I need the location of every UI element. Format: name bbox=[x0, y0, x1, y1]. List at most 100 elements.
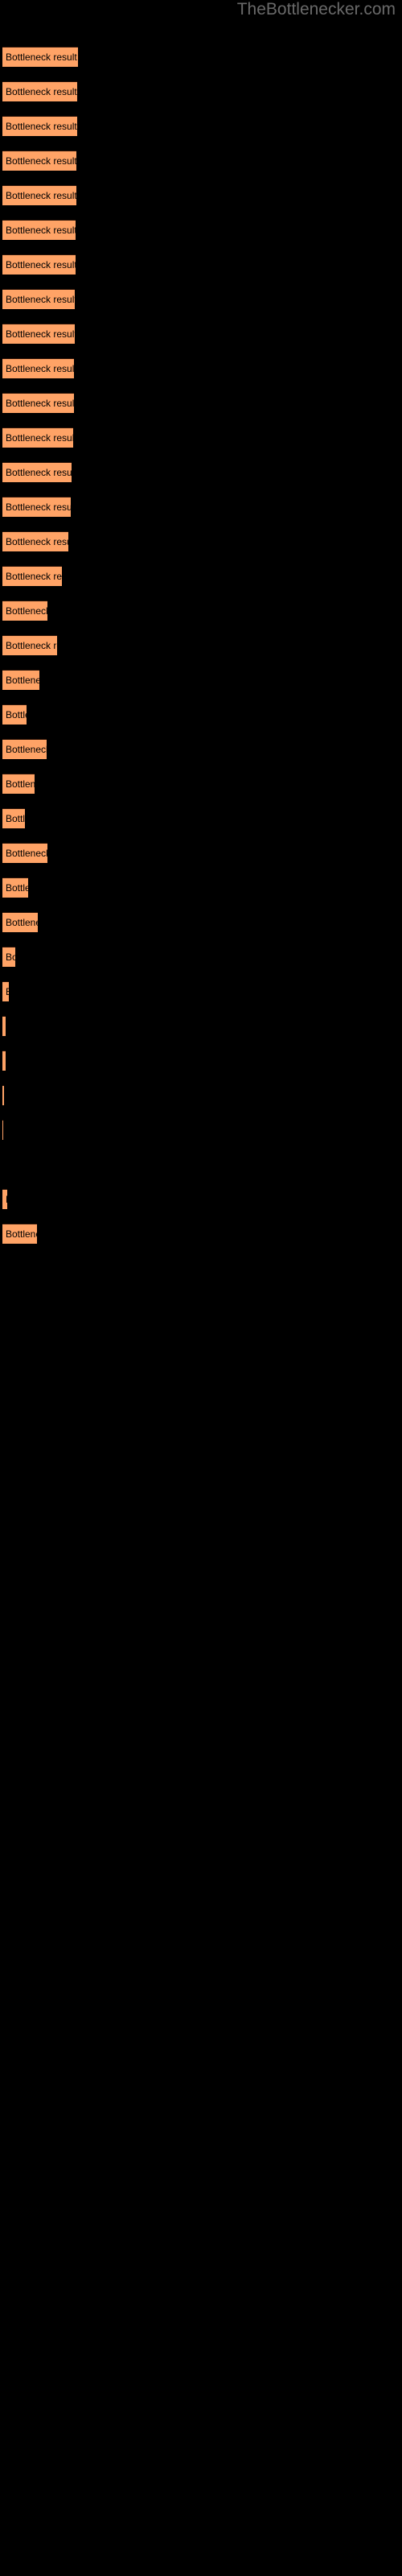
bar-label: Bottleneck result bbox=[6, 398, 74, 409]
bar-25[interactable]: Bottleneck result bbox=[2, 877, 28, 898]
bar-label: Bottleneck result bbox=[6, 121, 77, 132]
table-row[interactable]: Bottleneck result bbox=[2, 497, 71, 517]
bar-20[interactable]: Bottleneck result bbox=[2, 704, 27, 724]
bar-21[interactable]: Bottleneck result bbox=[2, 739, 47, 759]
table-row[interactable]: Bottleneck result bbox=[2, 1189, 7, 1209]
bar-17[interactable]: Bottleneck result bbox=[2, 601, 47, 621]
bar-label: Bottleneck result bbox=[6, 640, 57, 651]
table-row[interactable]: Bottleneck result bbox=[2, 774, 35, 794]
table-row[interactable]: Bottleneck result bbox=[2, 427, 73, 448]
bar-label: Bottleneck result bbox=[6, 294, 75, 305]
table-row[interactable]: Bottleneck result bbox=[2, 1016, 6, 1036]
bar-14[interactable]: Bottleneck result bbox=[2, 497, 71, 517]
bar-1[interactable]: Bottleneck result bbox=[2, 47, 78, 67]
bar-3[interactable]: Bottleneck result bbox=[2, 116, 77, 136]
table-row[interactable]: Bottleneck result bbox=[2, 635, 57, 655]
table-row[interactable]: Bottleneck result bbox=[2, 566, 62, 586]
bar-5[interactable]: Bottleneck result bbox=[2, 185, 76, 205]
bar-label: Bottleneck result bbox=[6, 467, 72, 478]
table-row[interactable]: Bottleneck result bbox=[2, 81, 77, 101]
table-row[interactable]: Bottleneck result bbox=[2, 220, 76, 240]
bar-label: Bottleneck result bbox=[6, 982, 9, 1001]
bar-26[interactable]: Bottleneck result bbox=[2, 912, 38, 932]
bar-22[interactable]: Bottleneck result bbox=[2, 774, 35, 794]
table-row[interactable]: Bottleneck result bbox=[2, 185, 76, 205]
bar-label: Bottleneck result bbox=[6, 917, 38, 928]
bar-label: Bottleneck result bbox=[6, 190, 76, 201]
table-row[interactable]: Bottleneck result bbox=[2, 670, 39, 690]
bar-34[interactable]: Bottleneck result bbox=[2, 1189, 7, 1209]
table-row[interactable]: Bottleneck result bbox=[2, 254, 76, 275]
table-row[interactable]: Bottleneck result bbox=[2, 843, 47, 863]
bar-23[interactable]: Bottleneck result bbox=[2, 808, 25, 828]
bar-label: Bottleneck result bbox=[6, 328, 75, 340]
bar-label: Bottleneck result bbox=[6, 155, 76, 167]
table-row[interactable]: Bottleneck result bbox=[2, 1051, 6, 1071]
table-row[interactable]: Bottleneck result bbox=[2, 912, 38, 932]
table-row[interactable]: Bottleneck result bbox=[2, 981, 9, 1001]
bar-label: Bottleneck result bbox=[6, 259, 76, 270]
table-row[interactable]: Bottleneck result bbox=[2, 47, 78, 67]
table-row[interactable]: Bottleneck result bbox=[2, 462, 72, 482]
bar-11[interactable]: Bottleneck result bbox=[2, 393, 74, 413]
bar-9[interactable]: Bottleneck result bbox=[2, 324, 75, 344]
table-row[interactable]: Bottleneck result bbox=[2, 324, 75, 344]
table-row[interactable]: Bottleneck result bbox=[2, 1224, 37, 1244]
table-row[interactable]: Bottleneck result bbox=[2, 739, 47, 759]
bottleneck-bar-chart: TheBottlenecker.com Bottleneck result Bot… bbox=[0, 0, 402, 2576]
table-row[interactable]: Bottleneck result bbox=[2, 704, 27, 724]
bar-label: Bottleneck result bbox=[6, 605, 47, 617]
bar-16[interactable]: Bottleneck result bbox=[2, 566, 62, 586]
bar-27[interactable]: Bottleneck result bbox=[2, 947, 15, 967]
bar-label: Bottleneck result bbox=[6, 848, 47, 859]
table-row[interactable]: Bottleneck result bbox=[2, 877, 28, 898]
bar-label: Bottleneck result bbox=[6, 52, 77, 63]
bar-label: Bottleneck result bbox=[6, 363, 74, 374]
bar-10[interactable]: Bottleneck result bbox=[2, 358, 74, 378]
bar-24[interactable]: Bottleneck result bbox=[2, 843, 47, 863]
bar-label: Bottleneck result bbox=[6, 744, 47, 755]
bar-35[interactable]: Bottleneck result bbox=[2, 1224, 37, 1244]
bar-label: Bottleneck result bbox=[6, 778, 35, 790]
bar-18[interactable]: Bottleneck result bbox=[2, 635, 57, 655]
bar-15[interactable]: Bottleneck result bbox=[2, 531, 68, 551]
bar-label: Bottleneck result bbox=[6, 675, 39, 686]
table-row[interactable]: Bottleneck result bbox=[2, 808, 25, 828]
bar-label: Bottleneck result bbox=[6, 952, 15, 963]
bar-6[interactable]: Bottleneck result bbox=[2, 220, 76, 240]
table-row[interactable]: Bottleneck result bbox=[2, 601, 47, 621]
table-row[interactable]: Bottleneck result bbox=[2, 393, 74, 413]
bar-label: Bottleneck result bbox=[6, 225, 76, 236]
bar-label: Bottleneck result bbox=[6, 86, 77, 97]
table-row[interactable]: Bottleneck result bbox=[2, 1120, 3, 1140]
bar-32[interactable]: Bottleneck result bbox=[2, 1120, 3, 1140]
bar-label: Bottleneck result bbox=[6, 571, 62, 582]
table-row[interactable]: Bottleneck result bbox=[2, 947, 15, 967]
table-row[interactable]: Bottleneck result bbox=[2, 116, 77, 136]
table-row[interactable]: Bottleneck result bbox=[2, 1085, 4, 1105]
bar-12[interactable]: Bottleneck result bbox=[2, 427, 73, 448]
bar-label: Bottleneck result bbox=[6, 502, 71, 513]
bar-label: Bottleneck result bbox=[6, 709, 27, 720]
table-row[interactable]: Bottleneck result bbox=[2, 531, 68, 551]
table-row[interactable]: Bottleneck result bbox=[2, 151, 76, 171]
bar-label: Bottleneck result bbox=[6, 1190, 7, 1209]
bar-19[interactable]: Bottleneck result bbox=[2, 670, 39, 690]
bar-7[interactable]: Bottleneck result bbox=[2, 254, 76, 275]
table-row[interactable]: Bottleneck result bbox=[2, 358, 74, 378]
bar-label: Bottleneck result bbox=[6, 882, 28, 894]
table-row[interactable]: Bottleneck result bbox=[2, 289, 75, 309]
bar-29[interactable]: Bottleneck result bbox=[2, 1016, 6, 1036]
bar-8[interactable]: Bottleneck result bbox=[2, 289, 75, 309]
site-watermark: TheBottlenecker.com bbox=[236, 0, 396, 19]
bar-label: Bottleneck result bbox=[6, 813, 25, 824]
bar-4[interactable]: Bottleneck result bbox=[2, 151, 76, 171]
bar-label: Bottleneck result bbox=[6, 1228, 37, 1240]
bar-13[interactable]: Bottleneck result bbox=[2, 462, 72, 482]
bar-28[interactable]: Bottleneck result bbox=[2, 981, 9, 1001]
bar-2[interactable]: Bottleneck result bbox=[2, 81, 77, 101]
bar-31[interactable]: Bottleneck result bbox=[2, 1085, 4, 1105]
bar-label: Bottleneck result bbox=[6, 432, 73, 444]
bar-30[interactable]: Bottleneck result bbox=[2, 1051, 6, 1071]
bar-label: Bottleneck result bbox=[6, 536, 68, 547]
